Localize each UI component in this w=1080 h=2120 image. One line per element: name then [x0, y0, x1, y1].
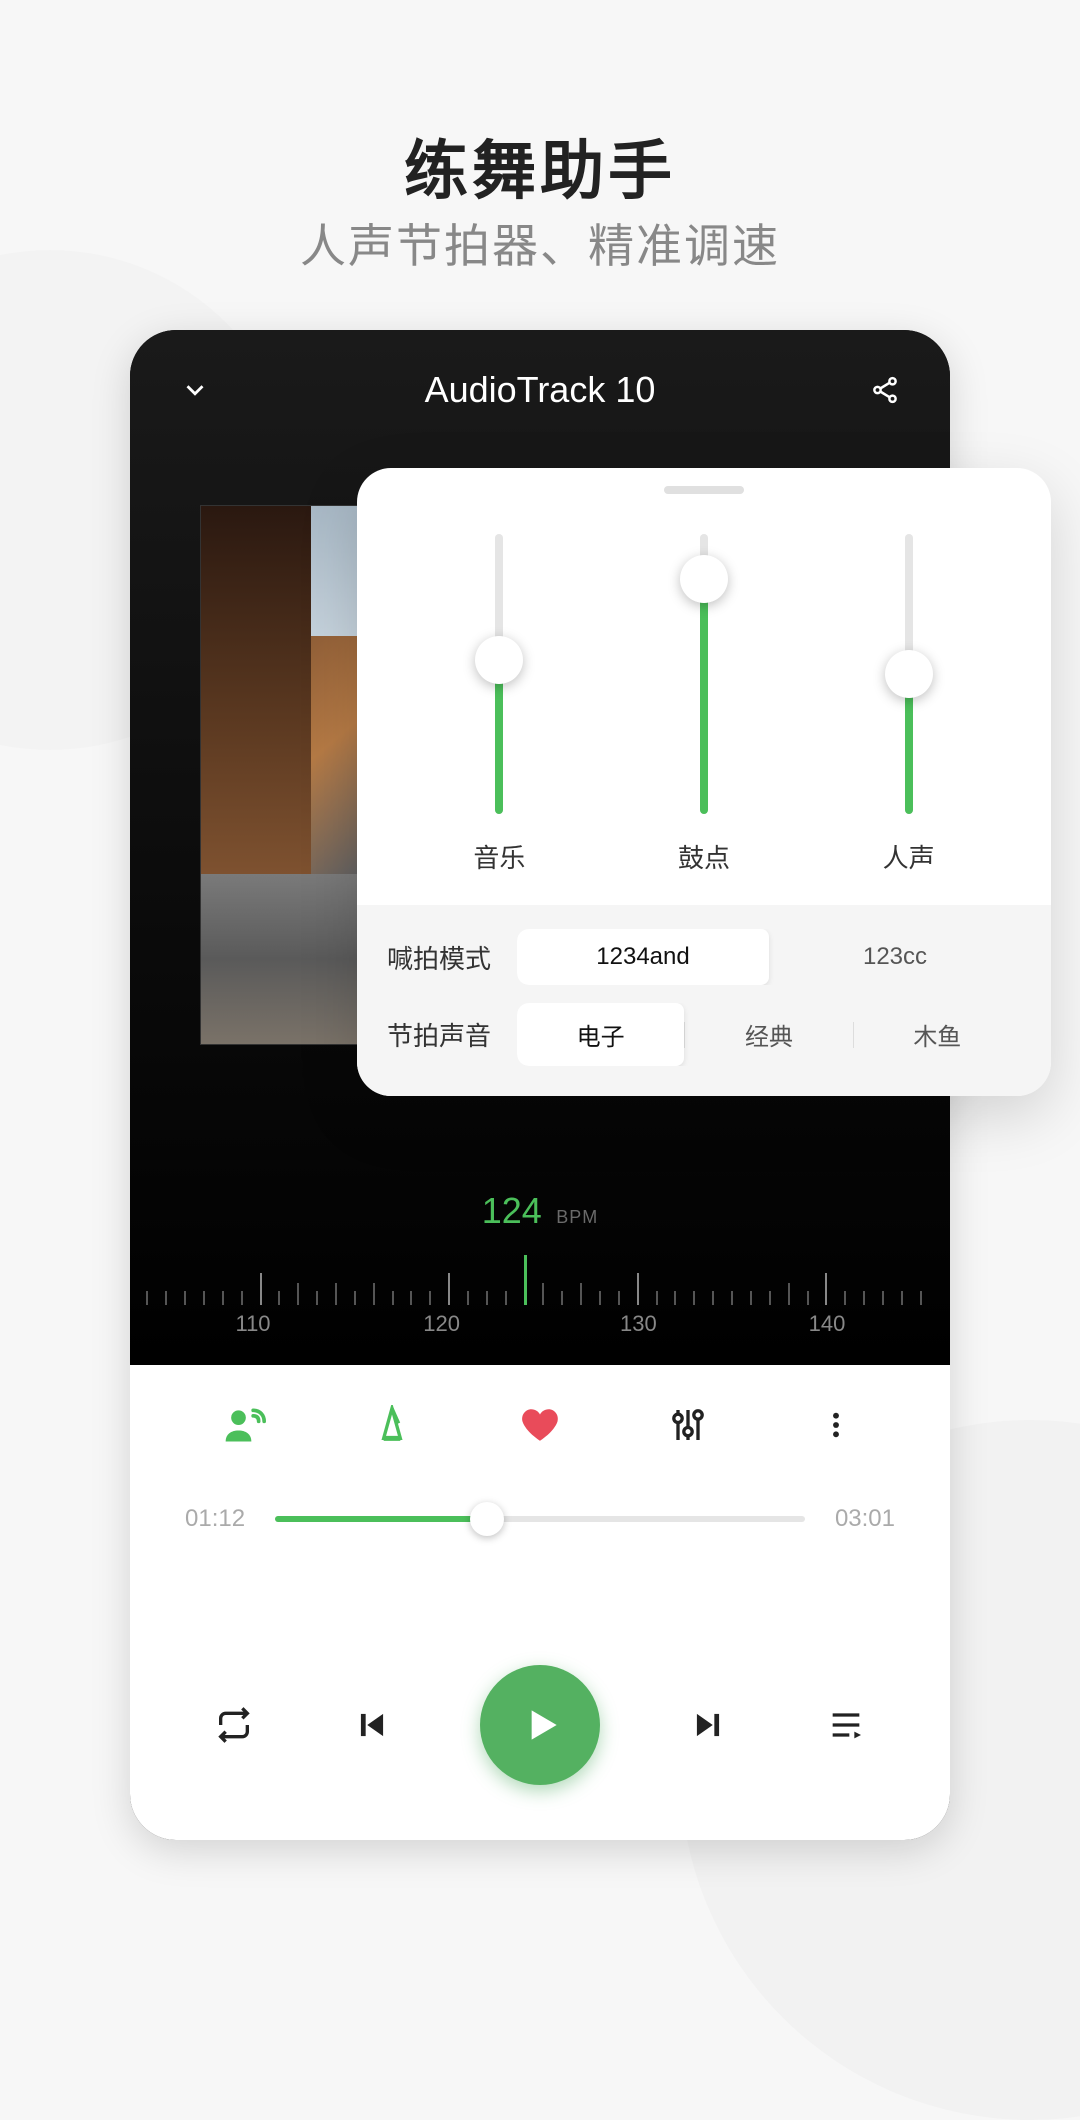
- slider-vocal[interactable]: 人声: [883, 534, 935, 875]
- slider-label: 鼓点: [678, 838, 730, 875]
- favorite-button[interactable]: [510, 1395, 570, 1455]
- drag-handle-icon[interactable]: [664, 486, 744, 494]
- promo-subtitle: 人声节拍器、精准调速: [0, 210, 1080, 276]
- beat-sound-option[interactable]: 电子: [517, 1003, 684, 1066]
- count-mode-option[interactable]: 123cc: [769, 929, 1021, 985]
- beat-sound-label: 节拍声音: [387, 1016, 517, 1053]
- next-button[interactable]: [678, 1695, 738, 1755]
- progress-track[interactable]: [275, 1516, 805, 1522]
- action-row: [130, 1395, 950, 1455]
- collapse-icon[interactable]: [175, 370, 215, 410]
- count-mode-option[interactable]: 1234and: [517, 929, 769, 985]
- ruler-label: 130: [620, 1311, 657, 1337]
- progress-thumb[interactable]: [470, 1502, 504, 1536]
- beat-sound-option[interactable]: 木鱼: [854, 1003, 1021, 1066]
- bpm-unit: BPM: [556, 1207, 598, 1227]
- slider-music[interactable]: 音乐: [473, 534, 525, 875]
- transport-row: [130, 1665, 950, 1785]
- promo-title: 练舞助手: [0, 120, 1080, 212]
- slider-label: 音乐: [473, 838, 525, 875]
- mixer-sliders: 音乐 鼓点 人声: [357, 494, 1051, 895]
- bpm-value: 124: [482, 1190, 542, 1231]
- settings-popup: 音乐 鼓点 人声 喊拍模式 1234and 123cc 节拍声音: [357, 468, 1051, 1096]
- more-menu-button[interactable]: [806, 1395, 866, 1455]
- track-title: AudioTrack 10: [425, 369, 656, 411]
- elapsed-time: 01:12: [185, 1505, 255, 1533]
- ruler-label: 120: [423, 1311, 460, 1337]
- repeat-button[interactable]: [204, 1695, 264, 1755]
- play-button[interactable]: [480, 1665, 600, 1785]
- beat-sound-option[interactable]: 经典: [685, 1003, 852, 1066]
- share-icon[interactable]: [865, 370, 905, 410]
- player-controls-panel: 01:12 03:01: [130, 1365, 950, 1840]
- equalizer-button[interactable]: [658, 1395, 718, 1455]
- bpm-ruler[interactable]: 110 120 130 140: [130, 1250, 950, 1340]
- playlist-button[interactable]: [816, 1695, 876, 1755]
- progress-bar[interactable]: 01:12 03:01: [185, 1505, 895, 1533]
- slider-label: 人声: [883, 838, 935, 875]
- bpm-display: 124 BPM: [130, 1190, 950, 1232]
- count-mode-label: 喊拍模式: [387, 939, 517, 976]
- previous-button[interactable]: [342, 1695, 402, 1755]
- player-header: AudioTrack 10: [130, 350, 950, 430]
- slider-drums[interactable]: 鼓点: [678, 534, 730, 875]
- count-mode-segmented[interactable]: 1234and 123cc: [517, 929, 1021, 985]
- total-time: 03:01: [825, 1505, 895, 1533]
- beat-sound-segmented[interactable]: 电子 经典 木鱼: [517, 1003, 1021, 1066]
- ruler-label: 110: [235, 1311, 270, 1337]
- settings-options: 喊拍模式 1234and 123cc 节拍声音 电子 经典 木鱼: [357, 905, 1051, 1096]
- voice-count-button[interactable]: [214, 1395, 274, 1455]
- progress-fill: [275, 1516, 487, 1522]
- ruler-label: 140: [809, 1311, 846, 1337]
- metronome-button[interactable]: [362, 1395, 422, 1455]
